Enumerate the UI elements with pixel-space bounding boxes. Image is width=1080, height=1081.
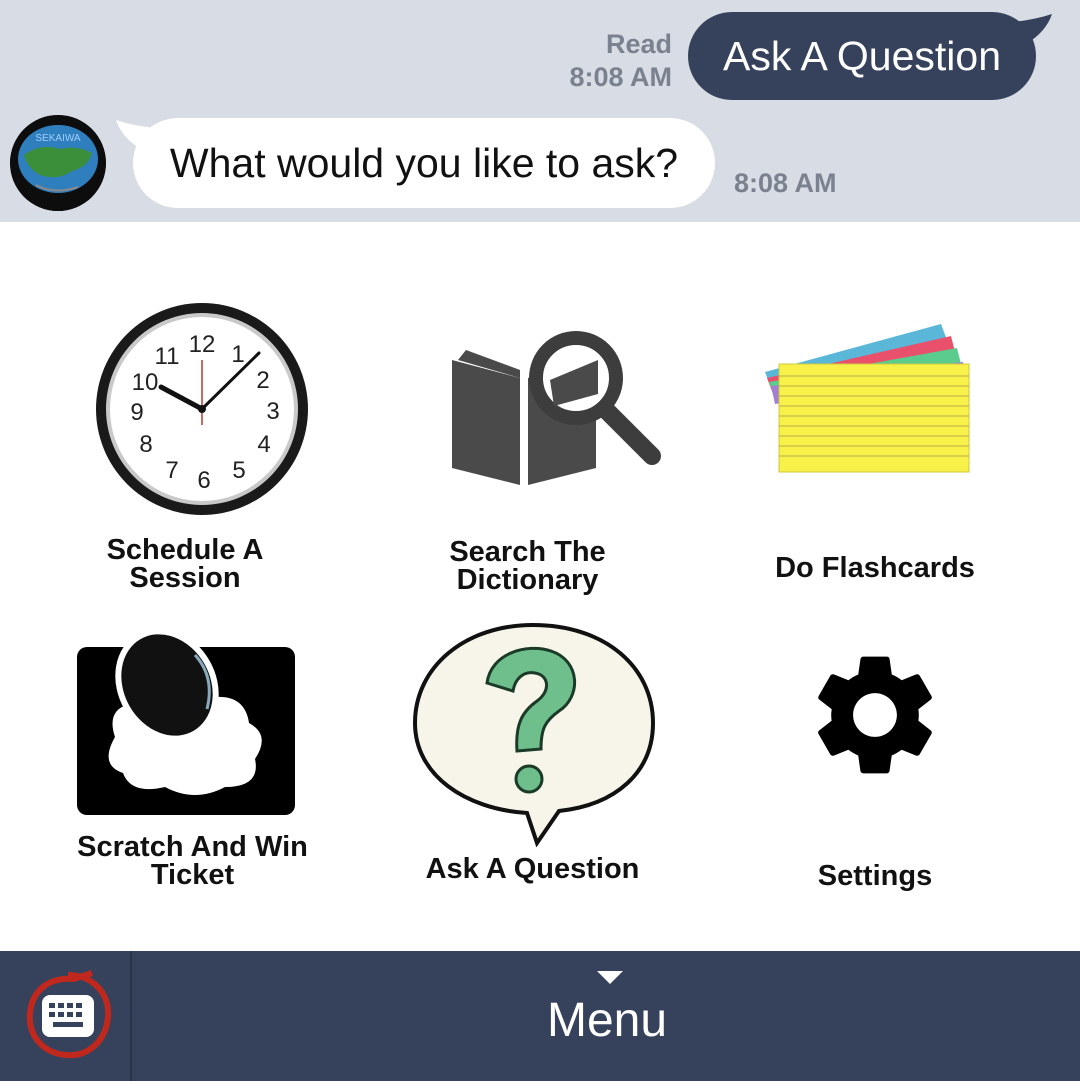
read-status: Read bbox=[605, 29, 672, 59]
svg-text:2: 2 bbox=[256, 367, 269, 394]
outgoing-message-bubble: Ask A Question bbox=[688, 12, 1036, 100]
incoming-message-text: What would you like to ask? bbox=[169, 139, 679, 186]
chat-area: Read 8:08 AM Ask A Question SEKAIWA What… bbox=[0, 0, 1080, 222]
settings-button[interactable]: Settings bbox=[760, 630, 990, 895]
outgoing-time: 8:08 AM bbox=[569, 62, 672, 92]
svg-text:11: 11 bbox=[155, 343, 180, 370]
schedule-session-button[interactable]: 12 1 2 345 678 9 10 11 Schedule A Session bbox=[60, 290, 310, 600]
menu-label: Menu bbox=[546, 994, 668, 1047]
keyboard-icon bbox=[26, 970, 112, 1059]
caret-down-icon bbox=[597, 971, 623, 984]
scratch-ticket-icon bbox=[77, 628, 295, 815]
svg-text:10: 10 bbox=[132, 369, 159, 396]
flashcards-icon bbox=[765, 324, 970, 473]
outgoing-message-text: Ask A Question bbox=[722, 32, 1002, 79]
gear-icon bbox=[818, 656, 932, 774]
outgoing-meta: Read 8:08 AM bbox=[540, 28, 672, 94]
book-search-icon bbox=[452, 331, 661, 485]
settings-label: Settings bbox=[817, 860, 933, 892]
avatar-text: SEKAIWA bbox=[35, 133, 81, 144]
incoming-message-bubble: What would you like to ask? bbox=[133, 118, 715, 208]
svg-text:6: 6 bbox=[197, 467, 210, 494]
scratch-ticket-label: Scratch And Win Ticket bbox=[77, 831, 308, 891]
svg-text:4: 4 bbox=[257, 431, 270, 458]
keyboard-toggle-button[interactable] bbox=[0, 951, 132, 1081]
bot-avatar: SEKAIWA bbox=[10, 115, 106, 211]
bottom-bar: Menu bbox=[0, 951, 1080, 1081]
search-dictionary-button[interactable]: Search The Dictionary bbox=[400, 290, 661, 600]
do-flashcards-label: Do Flashcards bbox=[775, 552, 975, 584]
ask-question-label: Ask A Question bbox=[425, 853, 640, 885]
svg-text:7: 7 bbox=[165, 457, 178, 484]
menu-toggle-button[interactable]: Menu bbox=[134, 951, 1080, 1081]
svg-text:5: 5 bbox=[232, 457, 245, 484]
svg-text:1: 1 bbox=[231, 341, 244, 368]
do-flashcards-button[interactable]: Do Flashcards bbox=[745, 300, 1005, 600]
svg-text:12: 12 bbox=[189, 331, 216, 358]
ask-question-button[interactable]: Ask A Question bbox=[405, 615, 660, 895]
svg-text:9: 9 bbox=[130, 399, 143, 426]
scratch-ticket-button[interactable]: Scratch And Win Ticket bbox=[60, 625, 325, 895]
svg-text:3: 3 bbox=[266, 398, 279, 425]
clock-icon: 12 12 345 678 91011 bbox=[96, 303, 308, 515]
schedule-session-label: Schedule A Session bbox=[106, 534, 264, 594]
question-bubble-icon bbox=[412, 622, 656, 847]
search-dictionary-label: Search The Dictionary bbox=[449, 536, 606, 596]
incoming-time: 8:08 AM bbox=[734, 168, 837, 198]
svg-text:8: 8 bbox=[139, 431, 152, 458]
globe-logo-icon: SEKAIWA bbox=[10, 115, 106, 211]
